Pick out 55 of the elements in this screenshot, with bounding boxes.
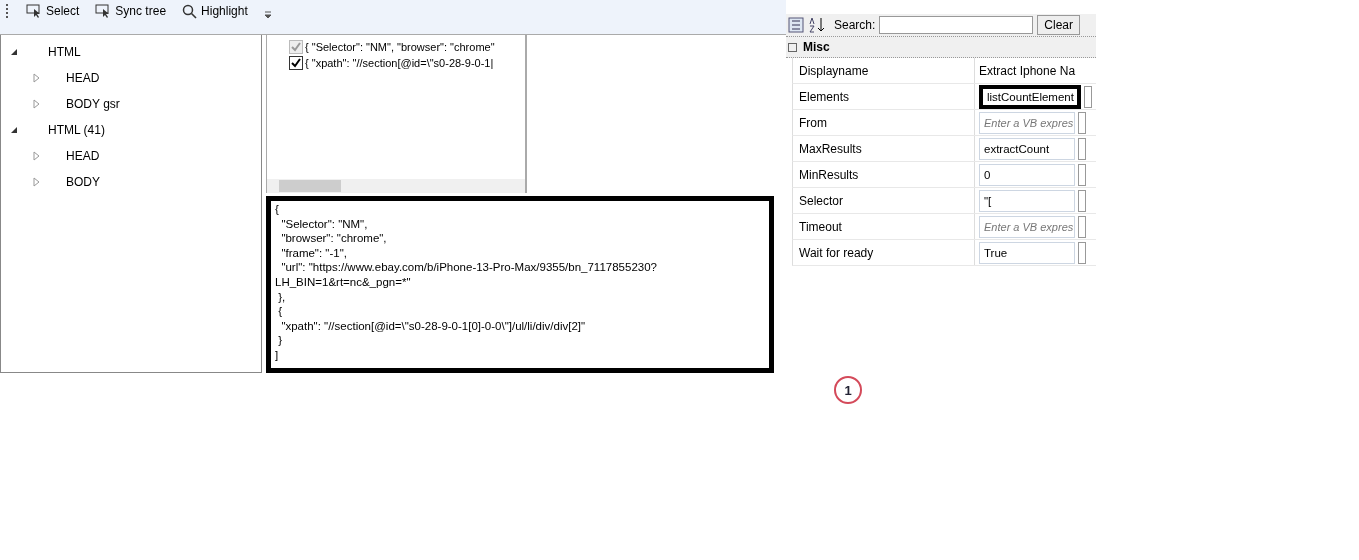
category-header[interactable]: Misc	[803, 40, 830, 54]
property-name: From	[793, 110, 975, 135]
value-field[interactable]: "[	[979, 189, 1075, 212]
tree-item[interactable]: HTML (41)	[48, 123, 105, 137]
property-value: Extract Iphone Na	[979, 63, 1076, 78]
collapsed-icon[interactable]	[31, 99, 41, 109]
property-name: MinResults	[793, 162, 975, 187]
horizontal-scrollbar[interactable]	[267, 179, 525, 193]
edit-button[interactable]	[1078, 189, 1086, 212]
value-field[interactable]: listCountElement	[979, 84, 1081, 109]
tree-item[interactable]: BODY gsr	[66, 97, 120, 111]
toolbar-button[interactable]: Sync tree	[95, 4, 167, 18]
collapse-icon[interactable]	[788, 42, 797, 52]
property-name: Selector	[793, 188, 975, 213]
grip-icon	[6, 4, 10, 18]
search-label: Search:	[834, 18, 876, 32]
selector-text[interactable]: { "xpath": "//section[@id=\"s0-28-9-0-1|	[305, 57, 494, 69]
json-editor[interactable]: { "Selector": "NM", "browser": "chrome", "frame": "-1", "url": "https://www.ebay.com/b/iPhone-13-Pro-Max/9355/bn_7117855230? LH_BIN=1&rt=nc&_pgn=*" }, { "xpath": "//section[@id=\"s0-28-9-0-1[0]-0-0\"]/ul/li/div/div[2]" } ]	[266, 196, 774, 373]
property-name: Elements	[793, 84, 975, 109]
edit-button[interactable]	[1084, 85, 1092, 108]
overflow-icon[interactable]	[263, 11, 272, 19]
toolbar-button[interactable]: Highlight	[182, 3, 248, 19]
search-icon	[182, 3, 198, 19]
edit-button[interactable]	[1078, 111, 1086, 134]
sort-alphabetical-icon[interactable]	[808, 17, 826, 33]
property-name: Wait for ready	[793, 240, 975, 265]
expanded-icon[interactable]	[9, 125, 19, 135]
clear-button[interactable]: Clear	[1037, 15, 1081, 35]
edit-button[interactable]	[1078, 163, 1086, 186]
collapsed-icon[interactable]	[31, 73, 41, 83]
checkbox[interactable]	[289, 56, 303, 70]
value-field[interactable]: Enter a VB expres	[979, 215, 1075, 238]
value-field[interactable]: extractCount	[979, 137, 1075, 160]
cursor-icon	[26, 4, 42, 18]
expanded-icon[interactable]	[9, 47, 19, 57]
collapsed-icon[interactable]	[31, 177, 41, 187]
value-field[interactable]: Enter a VB expres	[979, 111, 1075, 134]
tree-item[interactable]: HEAD	[66, 71, 100, 85]
property-name: Timeout	[793, 214, 975, 239]
categorized-icon[interactable]	[788, 17, 804, 33]
tree-item[interactable]: HTML	[48, 45, 81, 59]
edit-button[interactable]	[1078, 241, 1086, 264]
toolbar-button[interactable]: Select	[26, 4, 80, 18]
edit-button[interactable]	[1078, 215, 1086, 238]
search-field[interactable]	[879, 16, 1034, 34]
cursor-icon	[95, 4, 112, 18]
tree-item[interactable]: BODY	[66, 175, 100, 189]
tree-item[interactable]: HEAD	[66, 149, 100, 163]
value-field[interactable]: 0	[979, 163, 1075, 186]
collapsed-icon[interactable]	[31, 151, 41, 161]
property-name: Displayname	[793, 58, 975, 83]
edit-button[interactable]	[1078, 137, 1086, 160]
value-field[interactable]: True	[979, 241, 1075, 264]
property-name: MaxResults	[793, 136, 975, 161]
step-badge: 1	[834, 376, 862, 404]
